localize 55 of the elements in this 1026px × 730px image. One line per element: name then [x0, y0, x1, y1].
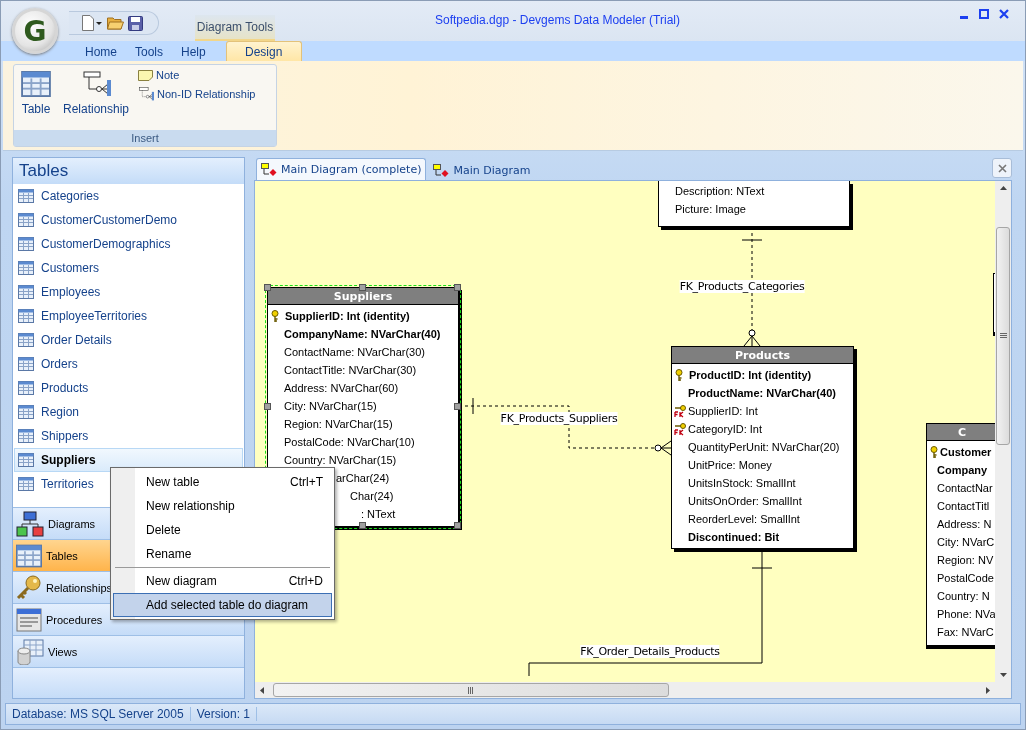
column-text: Country: NVarChar(15)	[284, 454, 397, 466]
menu-item-label: New diagram	[146, 574, 218, 588]
column-text: City: NVarChar(15)	[284, 400, 377, 412]
relationship-label: FK_Products_Categories	[679, 280, 805, 293]
column-text: ReorderLevel: SmallInt	[688, 513, 800, 525]
column-text: ProductName: NVarChar(40)	[688, 387, 836, 399]
column-text: Discontinued: Bit	[688, 531, 780, 543]
menu-item-label: Add selected table do diagram	[146, 598, 310, 612]
column-text: ContactTitl	[937, 500, 990, 512]
column-text: QuantityPerUnit: NVarChar(20)	[688, 441, 840, 453]
group-label: Insert	[14, 130, 276, 146]
relationship-label: FK_Products_Suppliers	[500, 412, 618, 425]
column-text: Char(24)	[350, 490, 394, 502]
menu-item-label: New table	[146, 475, 201, 489]
column-text: City: NVarC	[937, 536, 995, 548]
column-text: Picture: Image	[675, 203, 746, 215]
status-text: Version: 1	[190, 707, 258, 721]
column-text: Region: NV	[937, 554, 994, 566]
status-text: Database: MS SQL Server 2005	[6, 707, 191, 721]
column-text: SupplierID: Int	[688, 405, 758, 417]
column-text: Region: NVarChar(15)	[284, 418, 393, 430]
contextual-tab-label: Diagram Tools	[195, 15, 275, 41]
column-text: PostalCode	[937, 572, 994, 584]
column-text: Address: N	[937, 518, 992, 530]
column-text: ContactName: NVarChar(30)	[284, 346, 425, 358]
shortcut-text: Ctrl+T	[290, 475, 323, 489]
table-name: C	[927, 424, 995, 441]
column-text: ProductID: Int (identity)	[689, 369, 812, 381]
relationship-label: FK_Order_Details_Products	[580, 645, 720, 658]
column-text: PostalCode: NVarChar(10)	[284, 436, 415, 448]
shortcut-text: Ctrl+D	[288, 574, 323, 588]
column-text: SupplierID: Int (identity)	[285, 310, 410, 322]
column-text: CategoryID: Int	[688, 423, 762, 435]
column-text: Customer	[940, 446, 992, 458]
column-text: arChar(24)	[336, 472, 390, 484]
column-text: UnitsOnOrder: SmallInt	[688, 495, 802, 507]
column-text: UnitsInStock: SmallInt	[688, 477, 796, 489]
column-text: Phone: NVa	[937, 608, 995, 620]
table-name: Products	[672, 347, 853, 364]
column-text: CompanyName: NVarChar(40)	[284, 328, 441, 340]
column-text: : NText	[361, 508, 396, 520]
column-text: ContactTitle: NVarChar(30)	[284, 364, 417, 376]
column-text: Company	[937, 464, 988, 476]
column-text: Country: N	[937, 590, 990, 602]
menu-item-label: Delete	[146, 523, 182, 537]
column-text: Description: NText	[675, 185, 765, 197]
menu-item-label: New relationship	[146, 499, 236, 513]
column-text: UnitPrice: Money	[688, 459, 772, 471]
column-text: ContactNar	[937, 482, 993, 494]
column-text: Address: NVarChar(60)	[284, 382, 399, 394]
table-name: Suppliers	[268, 288, 458, 305]
panel-title: Tables	[13, 158, 244, 184]
window-title: Softpedia.dgp - Devgems Data Modeler (Trial)	[434, 12, 681, 27]
menu-item-label: Rename	[146, 547, 193, 561]
column-text: Fax: NVarC	[937, 626, 994, 638]
